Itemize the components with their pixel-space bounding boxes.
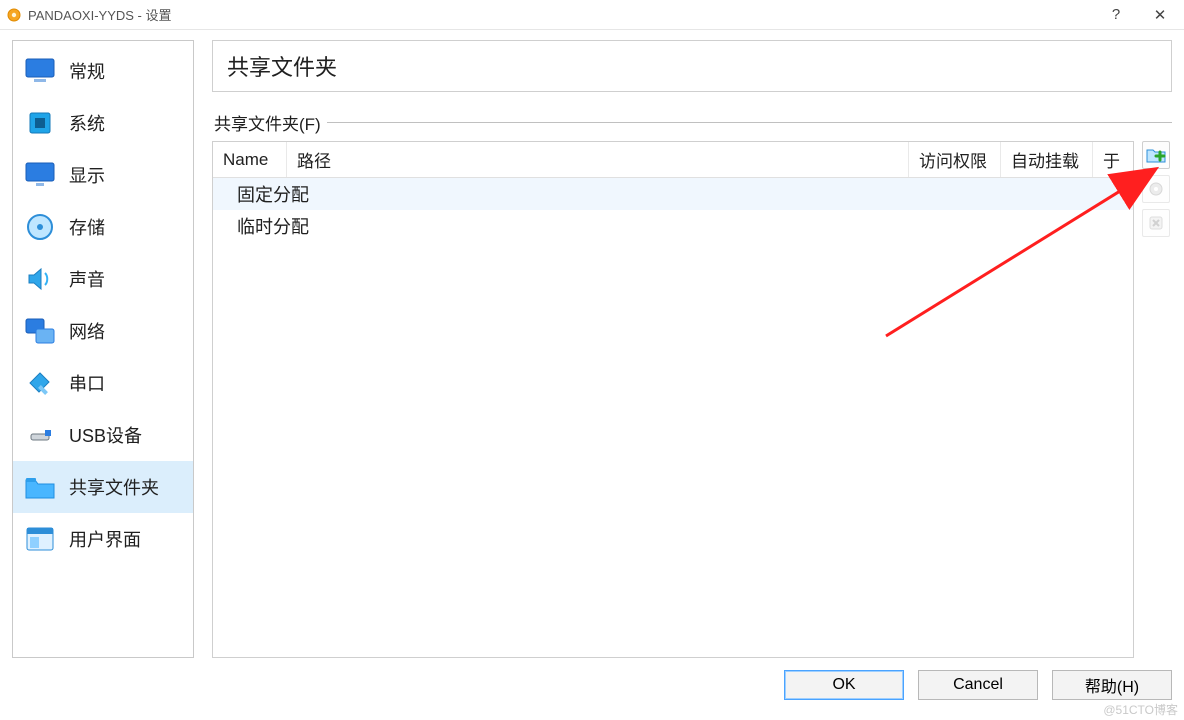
close-button[interactable]: ✕ xyxy=(1150,6,1170,24)
col-path[interactable]: 路径 xyxy=(287,142,909,177)
chip-icon xyxy=(23,106,57,140)
folder-icon xyxy=(23,470,57,504)
titlebar: PANDAOXI-YYDS - 设置 ? ✕ xyxy=(0,0,1184,30)
sidebar-item-label: 网络 xyxy=(69,318,105,344)
row-transient-folders[interactable]: 临时分配 xyxy=(213,210,1133,242)
remove-folder-button xyxy=(1142,209,1170,237)
watermark: @51CTO博客 xyxy=(1103,701,1178,718)
disk-icon xyxy=(23,210,57,244)
sidebar-item-label: 声音 xyxy=(69,266,105,292)
dialog-button-bar: OK Cancel 帮助(H) xyxy=(12,658,1172,700)
table-body: 固定分配 临时分配 xyxy=(213,178,1133,657)
sidebar-item-usb[interactable]: USB设备 xyxy=(13,409,193,461)
sidebar-item-label: 共享文件夹 xyxy=(69,474,159,500)
sidebar-item-audio[interactable]: 声音 xyxy=(13,253,193,305)
edit-folder-button xyxy=(1142,175,1170,203)
help-button[interactable]: ? xyxy=(1106,6,1126,24)
sidebar-item-shared-folders[interactable]: 共享文件夹 xyxy=(13,461,193,513)
settings-sidebar: 常规 系统 显示 存储 声音 xyxy=(12,40,194,658)
sidebar-item-serial[interactable]: 串口 xyxy=(13,357,193,409)
serial-port-icon xyxy=(23,366,57,400)
sidebar-item-display[interactable]: 显示 xyxy=(13,149,193,201)
ui-icon xyxy=(23,522,57,556)
main-layout: 常规 系统 显示 存储 声音 xyxy=(12,40,1172,658)
sidebar-item-label: 存储 xyxy=(69,214,105,240)
sidebar-item-label: 串口 xyxy=(69,370,105,396)
sidebar-item-label: 常规 xyxy=(69,58,105,84)
cancel-button[interactable]: Cancel xyxy=(918,670,1038,700)
table-header: Name 路径 访问权限 自动挂载 于 xyxy=(213,142,1133,178)
folder-action-buttons xyxy=(1140,141,1172,658)
sidebar-item-label: 系统 xyxy=(69,110,105,136)
display-icon xyxy=(23,158,57,192)
shared-folders-group: 共享文件夹(F) Name 路径 访问权限 自动挂载 于 固定分配 xyxy=(212,102,1172,658)
page-header: 共享文件夹 xyxy=(212,40,1172,92)
monitor-icon xyxy=(23,54,57,88)
usb-icon xyxy=(23,418,57,452)
row-machine-folders[interactable]: 固定分配 xyxy=(213,178,1133,210)
window-title: PANDAOXI-YYDS - 设置 xyxy=(28,5,172,24)
app-icon xyxy=(6,7,22,23)
col-name[interactable]: Name xyxy=(213,142,287,177)
main-panel: 共享文件夹 共享文件夹(F) Name 路径 访问权限 自动挂载 于 xyxy=(194,40,1172,658)
add-folder-button[interactable] xyxy=(1142,141,1170,169)
folders-area: Name 路径 访问权限 自动挂载 于 固定分配 临时分配 xyxy=(212,141,1172,658)
col-at[interactable]: 于 xyxy=(1093,142,1133,177)
speaker-icon xyxy=(23,262,57,296)
page-title: 共享文件夹 xyxy=(227,50,337,82)
sidebar-item-storage[interactable]: 存储 xyxy=(13,201,193,253)
network-icon xyxy=(23,314,57,348)
folders-table: Name 路径 访问权限 自动挂载 于 固定分配 临时分配 xyxy=(212,141,1134,658)
legend-label: 共享文件夹(F) xyxy=(214,110,321,135)
window-controls: ? ✕ xyxy=(1106,6,1178,24)
client-area: 常规 系统 显示 存储 声音 xyxy=(0,30,1184,720)
sidebar-item-label: USB设备 xyxy=(69,422,142,448)
help-dialog-button[interactable]: 帮助(H) xyxy=(1052,670,1172,700)
sidebar-item-system[interactable]: 系统 xyxy=(13,97,193,149)
group-legend: 共享文件夹(F) xyxy=(214,110,1172,135)
sidebar-item-ui[interactable]: 用户界面 xyxy=(13,513,193,565)
legend-line xyxy=(327,122,1172,123)
ok-button[interactable]: OK xyxy=(784,670,904,700)
sidebar-item-label: 显示 xyxy=(69,162,105,188)
sidebar-item-label: 用户界面 xyxy=(69,526,141,552)
sidebar-item-network[interactable]: 网络 xyxy=(13,305,193,357)
col-access[interactable]: 访问权限 xyxy=(909,142,1001,177)
col-automount[interactable]: 自动挂载 xyxy=(1001,142,1093,177)
sidebar-item-general[interactable]: 常规 xyxy=(13,45,193,97)
sidebar-wrap: 常规 系统 显示 存储 声音 xyxy=(12,40,194,658)
